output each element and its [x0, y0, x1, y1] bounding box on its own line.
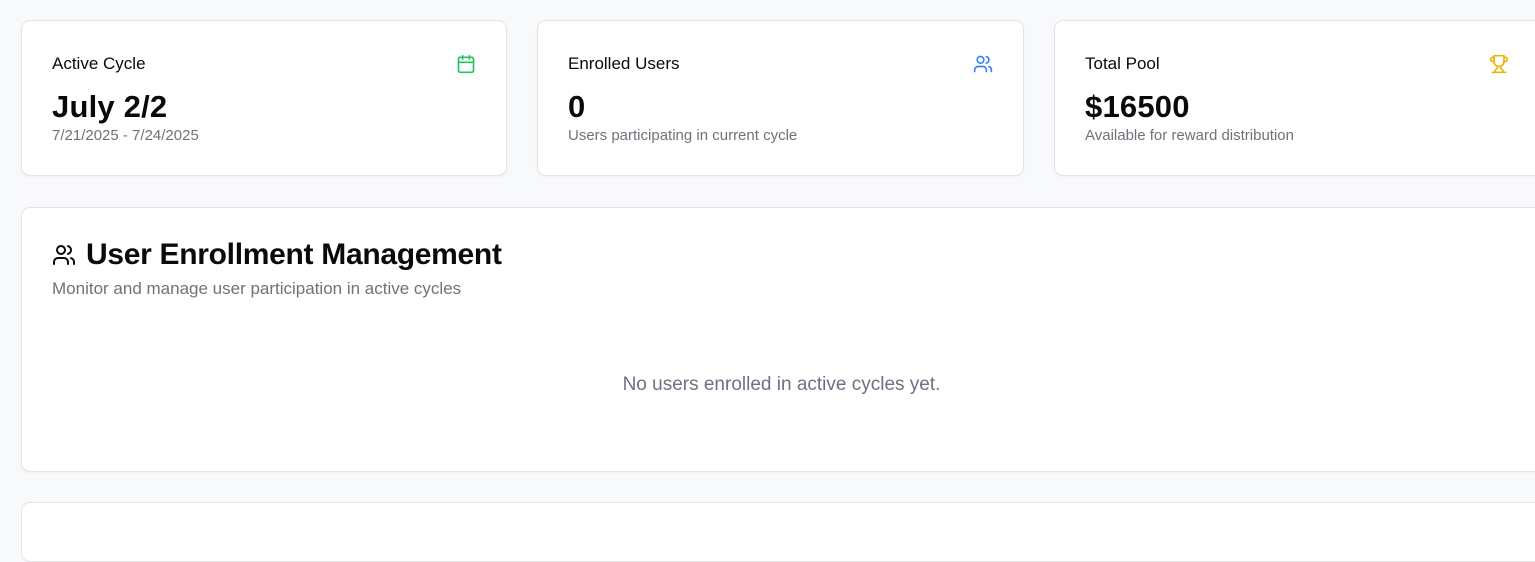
total-pool-card: Total Pool $16500 Available for reward d…	[1054, 20, 1535, 176]
enrolled-users-card: Enrolled Users 0 Users participating in …	[537, 20, 1024, 176]
total-pool-description: Available for reward distribution	[1085, 127, 1294, 144]
users-icon	[53, 245, 75, 265]
empty-state-message: No users enrolled in active cycles yet.	[622, 374, 941, 395]
active-cycle-card: Active Cycle July 2/2 7/21/2025 - 7/24/2…	[21, 20, 507, 176]
enrolled-users-description: Users participating in current cycle	[568, 127, 798, 144]
enrolled-users-label: Enrolled Users	[568, 54, 680, 73]
panel-title: User Enrollment Management	[86, 238, 502, 271]
panel-header: User Enrollment Management	[52, 238, 502, 272]
users-icon	[973, 55, 993, 73]
total-pool-value: $16500	[1085, 89, 1190, 124]
user-enrollment-panel: User Enrollment Management Monitor and m…	[21, 207, 1535, 472]
active-cycle-dates: 7/21/2025 - 7/24/2025	[52, 127, 199, 144]
panel-description: Monitor and manage user participation in…	[52, 279, 462, 298]
enrolled-users-value: 0	[568, 89, 586, 124]
trophy-icon	[1489, 54, 1509, 74]
calendar-icon	[457, 54, 475, 74]
next-panel	[21, 502, 1535, 562]
active-cycle-label: Active Cycle	[52, 54, 146, 73]
total-pool-label: Total Pool	[1085, 54, 1160, 73]
active-cycle-value: July 2/2	[52, 89, 168, 124]
